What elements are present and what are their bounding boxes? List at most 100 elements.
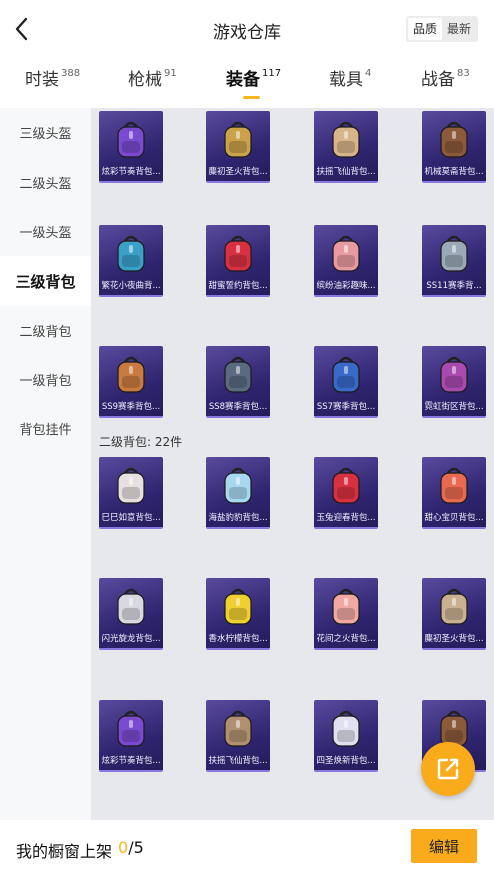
backpack-icon xyxy=(224,467,252,504)
item-card: 香水柠檬背包... xyxy=(206,578,270,650)
inventory-item[interactable]: SS7赛季背包... xyxy=(314,346,378,418)
inventory-item[interactable]: 麋初圣火背包... xyxy=(422,578,486,650)
item-name: SS11赛季背... xyxy=(426,281,482,291)
item-name: 四圣焕新背包... xyxy=(316,756,376,766)
backpack-icon xyxy=(332,356,360,393)
item-card: 炫彩节奏背包... xyxy=(99,111,163,183)
inventory-item[interactable]: 四圣焕新背包... xyxy=(314,700,378,772)
backpack-icon xyxy=(224,356,252,393)
inventory-item[interactable]: 缤纷油彩趣味... xyxy=(314,225,378,297)
backpack-icon xyxy=(440,588,468,625)
item-card: 麋初圣火背包... xyxy=(422,578,486,650)
item-card: 麋初圣火背包... xyxy=(206,111,270,183)
tab-vehicles[interactable]: 载具 4 xyxy=(329,68,371,92)
item-card: 机械莫斋背包... xyxy=(422,111,486,183)
item-card: 玉兔迎春背包... xyxy=(314,457,378,529)
inventory-item[interactable]: 香水柠檬背包... xyxy=(206,578,270,650)
showcase-current-count: 0 xyxy=(118,838,129,857)
backpack-icon xyxy=(117,235,145,272)
backpack-icon xyxy=(332,710,360,747)
header: 游戏仓库 品质 最新 xyxy=(0,0,494,60)
item-card: SS9赛季背包... xyxy=(99,346,163,418)
tab-weapons[interactable]: 枪械 91 xyxy=(128,68,177,92)
tab-fashion[interactable]: 时装 388 xyxy=(25,68,80,92)
sidebar-item-helmet-lv1[interactable]: 一级头盔 xyxy=(0,207,91,256)
inventory-item[interactable]: 扶摇飞仙背包... xyxy=(314,111,378,183)
inventory-item[interactable]: 甜蜜誓约背包... xyxy=(206,225,270,297)
inventory-item[interactable]: 闪光旋龙背包... xyxy=(99,578,163,650)
app: 游戏仓库 品质 最新 时装 388 枪械 91 装备 117 载具 4 战备 8… xyxy=(0,0,494,875)
tab-label: 枪械 xyxy=(128,70,162,90)
backpack-icon xyxy=(224,121,252,158)
inventory-item[interactable]: 炫彩节奏背包... xyxy=(99,700,163,772)
tab-equipment[interactable]: 装备 117 xyxy=(226,68,281,92)
sidebar-item-backpack-lv3[interactable]: 三级背包 xyxy=(0,256,91,306)
inventory-item[interactable]: 繁花小夜曲背... xyxy=(99,225,163,297)
item-name: 甜心宝贝背包... xyxy=(424,513,484,523)
inventory-item[interactable]: 花间之火背包... xyxy=(314,578,378,650)
item-card: 闪光旋龙背包... xyxy=(99,578,163,650)
share-button[interactable] xyxy=(421,742,475,796)
sort-toggle: 品质 最新 xyxy=(405,16,478,42)
inventory-item[interactable]: 扶摇飞仙背包... xyxy=(206,700,270,772)
backpack-icon xyxy=(332,121,360,158)
sort-quality-button[interactable]: 品质 xyxy=(407,18,442,40)
inventory-item[interactable]: 玉兔迎春背包... xyxy=(314,457,378,529)
item-card: 繁花小夜曲背... xyxy=(99,225,163,297)
sort-newest-button[interactable]: 最新 xyxy=(442,18,476,40)
item-name: 扶摇飞仙背包... xyxy=(208,756,268,766)
sidebar-item-backpack-lv1[interactable]: 一级背包 xyxy=(0,355,91,404)
backpack-icon xyxy=(224,235,252,272)
item-card: 甜心宝贝背包... xyxy=(422,457,486,529)
item-name: 花间之火背包... xyxy=(316,634,376,644)
inventory-item[interactable]: 海盐豹豹背包... xyxy=(206,457,270,529)
tab-count: 117 xyxy=(262,68,282,79)
sidebar-item-backpack-pendant[interactable]: 背包挂件 xyxy=(0,404,91,453)
sidebar-item-helmet-lv2[interactable]: 二级头盔 xyxy=(0,158,91,207)
item-name: 麋初圣火背包... xyxy=(208,167,268,177)
item-name: 缤纷油彩趣味... xyxy=(316,281,376,291)
backpack-icon xyxy=(117,121,145,158)
backpack-icon xyxy=(224,710,252,747)
sidebar: 三级头盔 二级头盔 一级头盔 三级背包 二级背包 一级背包 背包挂件 xyxy=(0,108,91,820)
section-label-backpack-lv2: 二级背包: 22件 xyxy=(99,435,183,449)
sidebar-item-backpack-lv2[interactable]: 二级背包 xyxy=(0,306,91,355)
tab-label: 装备 xyxy=(226,70,260,90)
backpack-icon xyxy=(117,710,145,747)
backpack-icon xyxy=(440,356,468,393)
item-name: 繁花小夜曲背... xyxy=(101,281,161,291)
inventory-item[interactable]: 甜心宝贝背包... xyxy=(422,457,486,529)
inventory-item[interactable]: 炫彩节奏背包... xyxy=(99,111,163,183)
inventory-item[interactable]: SS11赛季背... xyxy=(422,225,486,297)
item-name: 玉兔迎春背包... xyxy=(316,513,376,523)
inventory-item[interactable]: 巳巳如意背包... xyxy=(99,457,163,529)
sidebar-item-helmet-lv3[interactable]: 三级头盔 xyxy=(0,108,91,157)
item-name: 巳巳如意背包... xyxy=(101,513,161,523)
item-card: SS7赛季背包... xyxy=(314,346,378,418)
tab-count: 83 xyxy=(457,68,470,79)
chevron-left-icon xyxy=(15,17,28,41)
item-name: 炫彩节奏背包... xyxy=(101,756,161,766)
backpack-icon xyxy=(332,467,360,504)
item-card: 扶摇飞仙背包... xyxy=(206,700,270,772)
item-card: 炫彩节奏背包... xyxy=(99,700,163,772)
item-name: SS9赛季背包... xyxy=(101,402,161,412)
item-name: 闪光旋龙背包... xyxy=(101,634,161,644)
item-card: 花间之火背包... xyxy=(314,578,378,650)
back-button[interactable] xyxy=(6,14,36,44)
backpack-icon xyxy=(440,121,468,158)
inventory-item[interactable]: SS9赛季背包... xyxy=(99,346,163,418)
inventory-item[interactable]: 霓虹街区背包... xyxy=(422,346,486,418)
backpack-icon xyxy=(224,588,252,625)
tab-supplies[interactable]: 战备 83 xyxy=(421,68,470,92)
edit-button[interactable]: 编辑 xyxy=(411,829,477,863)
inventory-item[interactable]: 机械莫斋背包... xyxy=(422,111,486,183)
inventory-item[interactable]: SS8赛季背包... xyxy=(206,346,270,418)
item-card: SS8赛季背包... xyxy=(206,346,270,418)
inventory-item[interactable]: 麋初圣火背包... xyxy=(206,111,270,183)
item-card: 霓虹街区背包... xyxy=(422,346,486,418)
tab-label: 战备 xyxy=(421,70,455,90)
backpack-icon xyxy=(117,356,145,393)
item-name: 炫彩节奏背包... xyxy=(101,167,161,177)
category-tabs: 时装 388 枪械 91 装备 117 载具 4 战备 83 xyxy=(0,62,494,106)
